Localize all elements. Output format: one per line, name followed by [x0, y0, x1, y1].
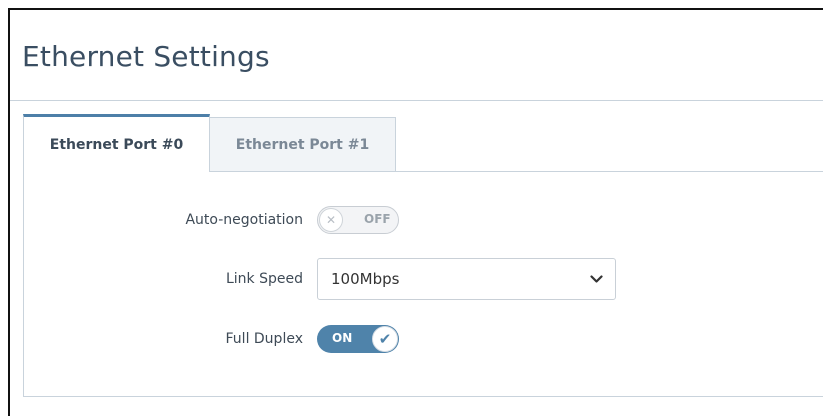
tab-ethernet-port-0[interactable]: Ethernet Port #0 — [23, 114, 210, 172]
full-duplex-label: Full Duplex — [225, 331, 303, 347]
auto-negotiation-row: Auto-negotiation ✕ OFF — [24, 206, 823, 234]
link-speed-select[interactable]: 100Mbps — [317, 258, 616, 300]
x-icon: ✕ — [319, 208, 343, 232]
auto-negotiation-label: Auto-negotiation — [185, 212, 303, 228]
full-duplex-toggle[interactable]: ON ✔ — [317, 325, 399, 353]
full-duplex-state: ON — [332, 331, 353, 345]
check-icon: ✔ — [372, 326, 398, 352]
tab-ethernet-port-1[interactable]: Ethernet Port #1 — [210, 117, 396, 172]
port-tabs: Ethernet Port #0 Ethernet Port #1 — [23, 114, 396, 172]
page-title: Ethernet Settings — [22, 40, 270, 73]
link-speed-label: Link Speed — [225, 271, 303, 287]
tab-panel: Auto-negotiation ✕ OFF Link Speed 100Mbp… — [23, 171, 823, 397]
link-speed-value: 100Mbps — [331, 270, 400, 288]
chevron-down-icon — [589, 272, 603, 286]
settings-window: Ethernet Settings Ethernet Port #0 Ether… — [8, 8, 823, 416]
title-divider — [10, 100, 823, 101]
full-duplex-row: Full Duplex ON ✔ — [24, 325, 823, 353]
auto-negotiation-toggle[interactable]: ✕ OFF — [317, 206, 399, 234]
auto-negotiation-state: OFF — [364, 212, 391, 226]
link-speed-row: Link Speed 100Mbps — [24, 258, 823, 300]
